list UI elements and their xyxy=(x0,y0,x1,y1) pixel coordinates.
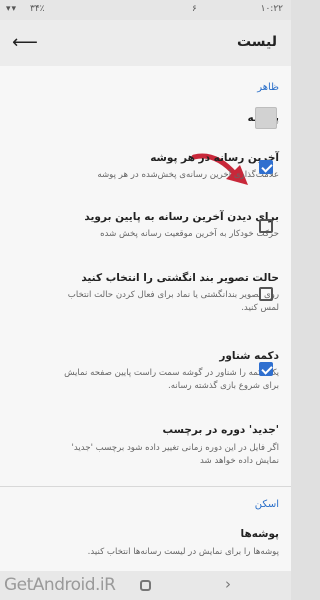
status-bar: ▾▾ ۳۴٪ ۶ ۱۰:۲۲ xyxy=(0,0,291,20)
thumb-select-checkbox[interactable] xyxy=(259,287,273,301)
divider xyxy=(0,486,291,487)
status-extra: ۶ xyxy=(192,4,197,14)
watermark: GetAndroid.iR xyxy=(4,575,116,595)
setting-last-media-subtitle: علامت‌گذاری آخرین رسانه‌ی پخش‌شده در هر … xyxy=(97,170,279,180)
setting-folders[interactable]: پوشه‌ها پوشه‌ها را برای نمایش در لیست رس… xyxy=(0,526,291,571)
setting-float-button[interactable]: دکمه شناور یک دکمه را شناور در گوشه سمت … xyxy=(0,348,291,408)
setting-scroll-last-subtitle: حرکت خودکار به آخرین موقعیت رسانه پخش شد… xyxy=(100,229,279,239)
setting-scroll-last[interactable]: برای دیدن آخرین رسانه به پایین بروید حرک… xyxy=(0,209,291,259)
scroll-last-checkbox[interactable] xyxy=(259,219,273,233)
setting-thumb-select-subtitle: روی تصویر بندانگشتی یا نماد برای فعال کر… xyxy=(67,290,279,313)
setting-float-button-subtitle: یک دکمه را شناور در گوشه سمت راست پایین … xyxy=(64,368,279,391)
clock: ۱۰:۲۲ xyxy=(260,4,283,14)
status-icons: ▾▾ xyxy=(6,4,18,14)
float-button-checkbox[interactable] xyxy=(259,362,273,376)
home-icon[interactable] xyxy=(140,580,151,591)
setting-folders-subtitle: پوشه‌ها را برای نمایش در لیست رسانه‌ها ا… xyxy=(87,547,279,557)
section-appearance: ظاهر xyxy=(257,82,279,93)
settings-list[interactable]: ظاهر پوسته آخرین رسانه در هر پوشه علامت‌… xyxy=(0,66,291,571)
page-title: لیست xyxy=(236,34,277,50)
setting-new-label-title: 'جدید' دوره در برچسب xyxy=(162,424,279,436)
battery-label: ۳۴٪ xyxy=(30,4,45,14)
section-scan: اسکن xyxy=(254,499,279,510)
setting-thumb-select-title: حالت تصویر بند انگشتی را انتخاب کنید xyxy=(81,272,279,284)
setting-new-label[interactable]: 'جدید' دوره در برچسب اگر فایل در این دور… xyxy=(0,422,291,482)
arrow-back-icon[interactable]: ⟵ xyxy=(12,32,38,53)
setting-last-media[interactable]: آخرین رسانه در هر پوشه علامت‌گذاری آخرین… xyxy=(0,150,291,200)
setting-thumb-select[interactable]: حالت تصویر بند انگشتی را انتخاب کنید روی… xyxy=(0,270,291,330)
cover-color-swatch[interactable] xyxy=(255,107,277,129)
app-bar: ⟵ لیست xyxy=(0,20,291,66)
setting-new-label-subtitle: اگر فایل در این دوره زمانی تغییر داده شو… xyxy=(71,443,280,466)
setting-scroll-last-title: برای دیدن آخرین رسانه به پایین بروید xyxy=(84,211,279,223)
navigation-bar: GetAndroid.iR › xyxy=(0,571,291,600)
setting-float-button-title: دکمه شناور xyxy=(219,350,279,362)
setting-folders-title: پوشه‌ها xyxy=(240,528,279,540)
setting-cover[interactable]: پوسته xyxy=(0,102,291,152)
last-media-checkbox[interactable] xyxy=(259,160,273,174)
chevron-right-icon[interactable]: › xyxy=(225,575,231,593)
